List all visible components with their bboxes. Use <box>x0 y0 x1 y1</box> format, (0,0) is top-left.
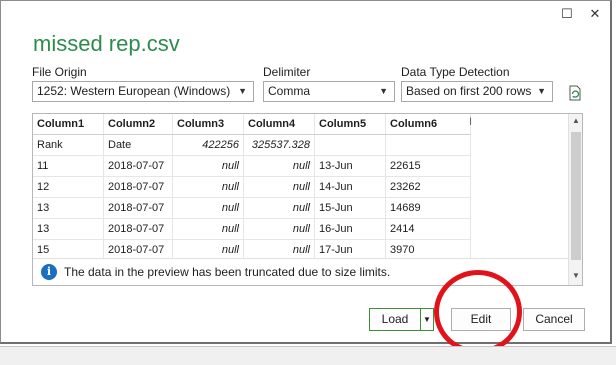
table-row: Rank Date 422256 325537.328 <box>33 134 471 156</box>
dialog-title: missed rep.csv <box>33 31 180 56</box>
delimiter-select[interactable]: Comma ▼ <box>263 81 395 102</box>
table-cell: 2414 <box>385 218 471 240</box>
table-cell: null <box>172 197 244 219</box>
delimiter-label: Delimiter <box>263 65 311 79</box>
table-cell: 11 <box>33 155 104 177</box>
preview-table: Column1 Column2 Column3 Column4 Column5 … <box>33 114 471 261</box>
table-cell: 13 <box>33 218 104 240</box>
table-cell: null <box>243 176 315 198</box>
table-cell: 14689 <box>385 197 471 219</box>
file-origin-label: File Origin <box>32 65 87 79</box>
scroll-thumb[interactable] <box>571 132 581 260</box>
table-cell: 2018-07-07 <box>103 197 173 219</box>
preview-grid: Column1 Column2 Column3 Column4 Column5 … <box>32 113 583 286</box>
table-cell: 23262 <box>385 176 471 198</box>
table-row: 12 2018-07-07 null null 14-Jun 23262 <box>33 176 471 198</box>
load-button[interactable]: Load <box>369 308 421 331</box>
column-header: Column3 <box>172 114 244 135</box>
detection-value: Based on first 200 rows <box>406 84 532 98</box>
edit-button[interactable]: Edit <box>451 308 511 331</box>
table-cell: null <box>172 155 244 177</box>
truncation-message: The data in the preview has been truncat… <box>64 265 391 279</box>
table-cell: null <box>243 197 315 219</box>
cancel-button[interactable]: Cancel <box>523 308 585 331</box>
column-header: Column1 <box>33 114 104 135</box>
table-cell: 15-Jun <box>314 197 386 219</box>
detection-label: Data Type Detection <box>401 65 510 79</box>
table-row: 13 2018-07-07 null null 15-Jun 14689 <box>33 197 471 219</box>
column-header: Column6 <box>385 114 471 135</box>
table-cell: 422256 <box>172 134 244 156</box>
chevron-down-icon: ▼ <box>379 86 388 96</box>
table-cell: 2018-07-07 <box>103 155 173 177</box>
maximize-button[interactable]: ☐ <box>557 6 577 22</box>
table-cell: 22615 <box>385 155 471 177</box>
header-row: Column1 Column2 Column3 Column4 Column5 … <box>33 114 471 135</box>
detection-select[interactable]: Based on first 200 rows ▼ <box>401 81 553 102</box>
scroll-up-icon[interactable]: ▲ <box>572 116 580 125</box>
delimiter-value: Comma <box>268 84 311 98</box>
table-cell: 2018-07-07 <box>103 176 173 198</box>
close-button[interactable]: ✕ <box>585 6 605 22</box>
table-cell: 13 <box>33 197 104 219</box>
table-cell: Rank <box>33 134 104 156</box>
table-cell: null <box>243 218 315 240</box>
truncation-notice: i The data in the preview has been trunc… <box>33 258 568 285</box>
file-origin-value: 1252: Western European (Windows) <box>37 84 231 98</box>
table-cell: null <box>243 155 315 177</box>
table-cell: null <box>172 218 244 240</box>
table-cell: 12 <box>33 176 104 198</box>
partial-column-header: I <box>469 116 473 128</box>
column-header: Column5 <box>314 114 386 135</box>
import-dialog: ☐ ✕ missed rep.csv File Origin Delimiter… <box>0 0 612 354</box>
load-options-button[interactable]: ▼ <box>420 308 434 331</box>
table-cell: 16-Jun <box>314 218 386 240</box>
vertical-scrollbar[interactable]: ▲ ▼ <box>568 114 582 285</box>
table-cell: 14-Jun <box>314 176 386 198</box>
column-header: Column4 <box>243 114 315 135</box>
refresh-icon[interactable] <box>565 83 585 103</box>
table-cell <box>314 134 386 156</box>
table-cell <box>385 134 471 156</box>
table-cell: Date <box>103 134 173 156</box>
table-cell: 13-Jun <box>314 155 386 177</box>
background-app-strip <box>0 346 616 365</box>
chevron-down-icon: ▼ <box>537 86 546 96</box>
table-cell: 2018-07-07 <box>103 218 173 240</box>
chevron-down-icon: ▼ <box>238 86 247 96</box>
info-icon: i <box>41 264 57 280</box>
scroll-down-icon[interactable]: ▼ <box>572 271 580 280</box>
column-header: Column2 <box>103 114 173 135</box>
table-cell: 325537.328 <box>243 134 315 156</box>
table-row: 11 2018-07-07 null null 13-Jun 22615 <box>33 155 471 177</box>
table-cell: null <box>172 176 244 198</box>
file-origin-select[interactable]: 1252: Western European (Windows) ▼ <box>32 81 254 102</box>
table-row: 13 2018-07-07 null null 16-Jun 2414 <box>33 218 471 240</box>
